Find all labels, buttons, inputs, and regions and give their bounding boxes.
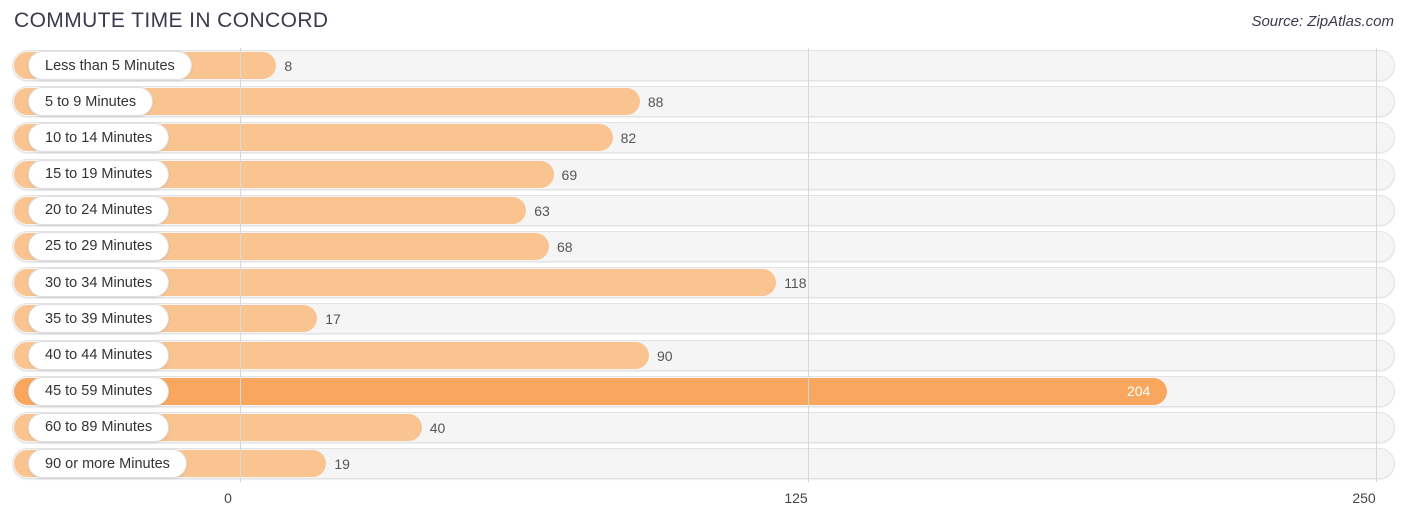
bar-category-label: 90 or more Minutes [45,455,170,472]
bar-category-label: 45 to 59 Minutes [45,383,153,400]
bar-category-label: 20 to 24 Minutes [45,202,153,219]
bar-label-pill: 45 to 59 Minutes [28,376,170,406]
x-axis-tick: 250 [1352,490,1376,506]
bar-value-label: 17 [325,311,341,328]
bar-category-label: 10 to 14 Minutes [45,129,153,146]
bar-row: 60 to 89 Minutes 40 [0,410,1406,446]
bar-label-pill: Less than 5 Minutes [28,51,192,80]
bar-label-pill: 20 to 24 Minutes [28,195,170,225]
bar-row: 15 to 19 Minutes 69 [0,157,1406,193]
chart-header: COMMUTE TIME IN CONCORD Source: ZipAtlas… [0,0,1406,44]
bar-label-pill: 15 to 19 Minutes [28,159,170,189]
bar-row: 35 to 39 Minutes 17 [0,301,1406,337]
x-axis-tick: 0 [224,490,232,506]
x-axis: 0 125 250 [0,482,1406,522]
bar-value-label: 88 [647,94,664,111]
bar-label-pill: 35 to 39 Minutes [28,304,170,334]
x-axis-tick: 125 [784,490,808,506]
bar-category-label: 15 to 19 Minutes [45,166,153,183]
plot-area: Less than 5 Minutes 8 5 to 9 Minutes 88 10 t… [0,48,1406,482]
bar-row: 5 to 9 Minutes 88 [0,84,1406,120]
bar-value-label: 68 [556,238,573,255]
bar-value-label: 69 [561,166,578,183]
bar-value-label: 40 [429,419,446,436]
bar-category-label: 60 to 89 Minutes [45,419,153,436]
bar-value-label: 90 [656,347,673,364]
bar-value-label: 204 [1126,382,1151,399]
bar-row: 10 to 14 Minutes 82 [0,120,1406,156]
bar-value-label: 82 [620,130,637,147]
commute-time-bar-chart: COMMUTE TIME IN CONCORD Source: ZipAtlas… [0,0,1406,522]
bar-value-label: 19 [334,456,350,473]
bar-category-label: Less than 5 Minutes [45,57,175,74]
bar-label-pill: 90 or more Minutes [28,449,187,479]
bar-row: Less than 5 Minutes 8 [0,48,1406,84]
bar[interactable] [14,377,1167,405]
bar-row: 30 to 34 Minutes 118 [0,265,1406,301]
bar-row: 90 or more Minutes 19 [0,446,1406,482]
page-title: COMMUTE TIME IN CONCORD [14,9,329,32]
bar-category-label: 5 to 9 Minutes [45,93,137,110]
bar-value-label: 118 [784,275,807,292]
source-attribution: Source: ZipAtlas.com [1251,13,1394,30]
bar-label-pill: 10 to 14 Minutes [28,123,170,153]
bar-value-label: 63 [534,202,550,219]
bar-rows: Less than 5 Minutes 8 5 to 9 Minutes 88 10 t… [0,48,1406,482]
bar-category-label: 35 to 39 Minutes [45,310,153,327]
bar-label-pill: 40 to 44 Minutes [28,340,170,370]
bar-label-pill: 30 to 34 Minutes [28,268,170,298]
bar-value-label: 8 [284,58,293,74]
bar-row: 25 to 29 Minutes 68 [0,229,1406,265]
bar-category-label: 40 to 44 Minutes [45,347,153,363]
bar-label-pill: 60 to 89 Minutes [28,412,170,442]
bar-row: 45 to 59 Minutes 204 [0,374,1406,410]
bar-category-label: 30 to 34 Minutes [45,274,153,291]
bar-category-label: 25 to 29 Minutes [45,238,153,255]
bar-label-pill: 25 to 29 Minutes [28,231,170,261]
bar-row: 20 to 24 Minutes 63 [0,193,1406,229]
bar-row: 40 to 44 Minutes 90 [0,338,1406,374]
bar-label-pill: 5 to 9 Minutes [28,87,154,117]
